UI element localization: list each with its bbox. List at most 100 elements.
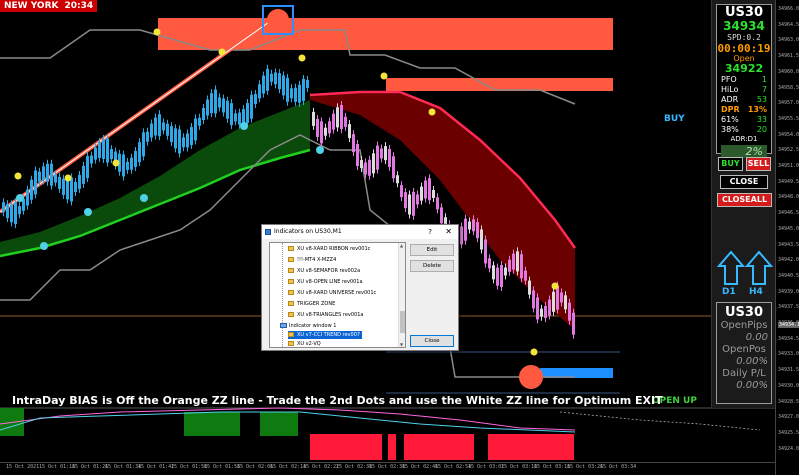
- candle-body: [34, 170, 37, 195]
- candle-body: [436, 197, 439, 210]
- indicator-item[interactable]: XU v8-XARD RIBBON rev001c: [288, 245, 370, 253]
- time-tick-label: 15 Oct 01:50: [171, 464, 208, 470]
- price-axis[interactable]: 34966.0 34964.5 34963.0 34961.5 34960.0 34958…: [775, 0, 799, 475]
- candle-body: [162, 122, 165, 131]
- closeall-button[interactable]: CLOSEALL: [717, 193, 772, 207]
- close-icon[interactable]: ✕: [445, 225, 452, 239]
- indicator-item[interactable]: !!!-MT4 X-MZZ4: [288, 256, 336, 264]
- candle-body: [278, 73, 281, 90]
- open-pos-value: 0.00%: [736, 356, 768, 367]
- indicator-icon: [288, 312, 294, 317]
- candle-body: [420, 186, 423, 201]
- price-tick-label: 34940.5: [778, 272, 799, 279]
- scroll-down-icon[interactable]: ▼: [400, 342, 403, 347]
- indicator-window-node[interactable]: Indicator window 1: [280, 322, 336, 330]
- fib-rows: 61% 33 38% 20: [717, 115, 771, 135]
- stat-row: PFO 1: [717, 75, 771, 85]
- dialog-titlebar[interactable]: Indicators on US30,M1 ? ✕: [262, 225, 458, 239]
- dialog-close-button[interactable]: Close: [410, 335, 454, 347]
- candle-body: [262, 75, 265, 94]
- time-tick-label: 15 Oct 2021: [6, 464, 40, 470]
- candle-body: [412, 191, 415, 216]
- candle-body: [282, 75, 285, 96]
- candle-body: [306, 79, 309, 88]
- price-tick-label: 34946.5: [778, 210, 799, 217]
- h4-up-arrow-icon: [744, 250, 773, 285]
- cci-bar-up: [260, 412, 298, 436]
- help-icon[interactable]: ?: [428, 225, 432, 239]
- cci-bar-down: [404, 434, 474, 460]
- indicator-item-selected[interactable]: XU v7-CCI TREND rev007: [288, 331, 363, 339]
- scroll-thumb[interactable]: [400, 311, 405, 333]
- candle-body: [146, 131, 149, 142]
- tree-scrollbar[interactable]: ▲ ▼: [398, 243, 405, 347]
- candle-body: [102, 138, 105, 159]
- candle-body: [360, 160, 363, 169]
- indicator-item[interactable]: XU v8-XARD UNIVERSE rev001c: [288, 289, 376, 297]
- price-tick-label: 34954.0: [778, 131, 799, 138]
- price-tick-label: 34952.5: [778, 147, 799, 154]
- price-tick-label: 34942.0: [778, 257, 799, 264]
- candle-body: [2, 202, 5, 213]
- fib-row: 61% 33: [717, 115, 771, 125]
- candle-body: [110, 149, 113, 160]
- price-tick-label: 34949.5: [778, 178, 799, 185]
- close-button[interactable]: CLOSE: [720, 175, 768, 189]
- candle-body: [46, 163, 49, 182]
- sell-button[interactable]: SELL: [746, 157, 771, 171]
- indicator-icon: [288, 341, 294, 346]
- zz-peak-dot: [267, 9, 289, 31]
- candle-body: [328, 121, 331, 134]
- candle-body: [364, 162, 367, 175]
- open-value: 34922: [724, 62, 764, 75]
- candle-body: [302, 78, 305, 101]
- delete-button[interactable]: Delete: [410, 260, 454, 272]
- dpr-label: DPR: [721, 105, 740, 114]
- candle-body: [286, 77, 289, 102]
- candle-body: [376, 145, 379, 170]
- candle-body: [238, 112, 241, 125]
- candle-body: [90, 155, 93, 164]
- candle-body: [214, 89, 217, 114]
- candle-body: [424, 180, 427, 199]
- candle-body: [484, 239, 487, 264]
- candle-body: [492, 265, 495, 280]
- indicator-tree[interactable]: ▲ ▼ XU v8-XARD RIBBON rev001c !!!-MT4 X-M…: [269, 242, 406, 348]
- dpr-value: 13%: [747, 105, 767, 114]
- candle-body: [480, 229, 483, 250]
- subwindow-bg: [0, 408, 775, 462]
- candle-body: [98, 141, 101, 158]
- candle-body: [122, 154, 125, 177]
- time-tick-label: 15 Oct 02:06: [237, 464, 274, 470]
- edit-button[interactable]: Edit: [410, 244, 454, 256]
- window-label: Indicator window 1: [289, 323, 337, 329]
- indicator-item[interactable]: XU v8-OPEN LINE rev001a: [288, 278, 363, 286]
- trigger-dot: [140, 194, 148, 202]
- buy-button[interactable]: BUY: [718, 157, 743, 171]
- candle-body: [356, 144, 359, 167]
- indicator-item[interactable]: XU v8-SEMAFOR rev002a: [288, 267, 360, 275]
- stat-value: 1: [761, 75, 767, 84]
- price-tick-label: 34960.0: [778, 68, 799, 75]
- signal-dot: [153, 28, 161, 36]
- time-tick-label: 15 Oct 02:22: [303, 464, 340, 470]
- candle-body: [496, 267, 499, 286]
- candle-body: [74, 181, 77, 192]
- candle-body: [210, 93, 213, 114]
- candle-body: [234, 113, 237, 122]
- indicator-item[interactable]: TRIGGER ZONE: [288, 300, 335, 308]
- candle-body: [26, 189, 29, 206]
- candle-body: [134, 150, 137, 167]
- indicator-icon: [288, 279, 294, 284]
- candle-body: [440, 207, 443, 224]
- indicator-item[interactable]: XU v2-VQ: [288, 340, 321, 347]
- candle-body: [316, 118, 319, 137]
- candle-body: [432, 190, 435, 199]
- price-tick-label: 34958.5: [778, 84, 799, 91]
- scroll-up-icon[interactable]: ▲: [400, 243, 403, 248]
- indicator-item[interactable]: XU v8-TRIANGLES rev001a: [288, 311, 364, 319]
- time-tick-label: 15 Oct 02:38: [369, 464, 406, 470]
- candle-body: [372, 153, 375, 174]
- candle-body: [142, 132, 145, 157]
- indicator-name: XU v8-SEMAFOR rev002a: [297, 268, 361, 274]
